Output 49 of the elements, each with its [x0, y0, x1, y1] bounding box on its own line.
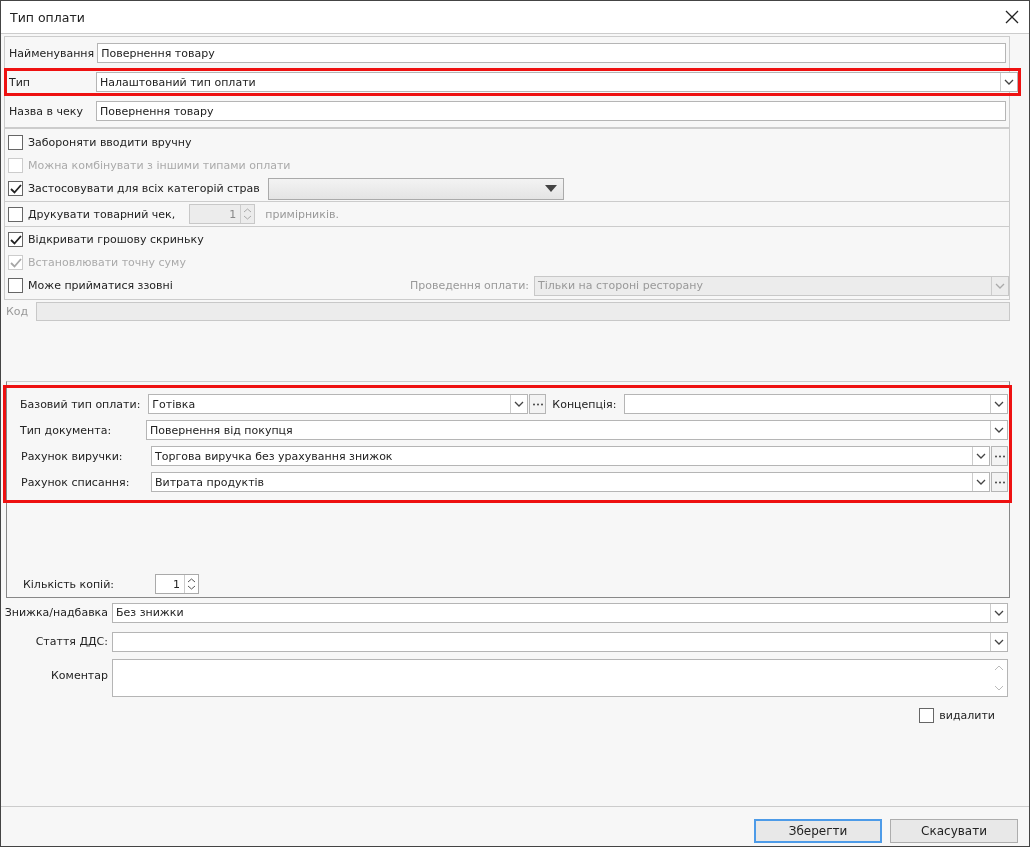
checkbox-label: Може прийматися ззовні	[28, 279, 173, 292]
comment-field[interactable]	[112, 659, 1008, 697]
checkbox-label: Відкривати грошову скриньку	[28, 233, 204, 246]
copies-suffix: примірників.	[265, 207, 339, 221]
ellipsis-icon	[531, 402, 544, 406]
window-title: Тип оплати	[10, 9, 85, 25]
checkbox[interactable]	[8, 135, 23, 150]
checkbox[interactable]	[8, 206, 23, 222]
base-type-dropdown[interactable]: Готівка	[148, 394, 529, 414]
payment-label: Проведення оплати:	[409, 279, 529, 292]
writeoff-account-dropdown[interactable]: Витрата продуктів	[151, 472, 990, 492]
checkbox[interactable]	[8, 278, 23, 293]
field-label: Рахунок списання:	[21, 475, 131, 489]
field-label: Коментар	[50, 668, 108, 682]
field-label: Найменування	[8, 46, 96, 60]
type-dropdown[interactable]: Налаштований тип оплати	[96, 72, 1018, 92]
cancel-button[interactable]: Скасувати	[890, 819, 1018, 843]
text-field[interactable]: Повернення товару	[96, 101, 1006, 121]
scrollbar-arrows-icon	[993, 663, 1005, 693]
field-label: Базовий тип оплати:	[20, 397, 141, 411]
close-icon[interactable]	[1003, 8, 1021, 26]
checkbox-label: видалити	[939, 709, 995, 722]
field-label: Назва в чеку	[8, 104, 84, 118]
caret-icon	[544, 185, 557, 192]
checkbox[interactable]	[8, 181, 23, 196]
ellipsis-icon	[993, 454, 1006, 458]
checkbox-label: Забороняти вводити вручну	[28, 136, 192, 149]
checkbox[interactable]	[919, 708, 935, 723]
save-button[interactable]: Зберегти	[754, 819, 882, 843]
field-label: Стаття ДДС:	[34, 635, 108, 648]
document-type-dropdown[interactable]: Повернення від покупця	[146, 420, 1008, 440]
revenue-account-dropdown[interactable]: Торгова виручка без урахування знижок	[151, 446, 990, 466]
checkbox-label: Друкувати товарний чек,	[28, 207, 176, 221]
checkbox-label: Можна комбінувати з іншими типами оплати	[28, 159, 291, 172]
code-field[interactable]	[36, 302, 1010, 321]
field-label: Тип	[8, 75, 32, 89]
field-label: Знижка/надбавка	[4, 606, 108, 619]
checkbox-label: Встановлювати точну суму	[28, 256, 186, 269]
field-label: Кількість копій:	[23, 577, 115, 591]
checkbox-label: Застосовувати для всіх категорій страв	[28, 182, 260, 195]
checkbox[interactable]	[8, 232, 23, 247]
field-label: Рахунок виручки:	[21, 449, 124, 463]
code-label: Код	[5, 305, 30, 318]
copies-spinner[interactable]: 1	[155, 574, 199, 594]
field-label: Тип документа:	[20, 423, 113, 437]
text-field[interactable]: Повернення товару	[97, 43, 1006, 63]
discount-dropdown[interactable]: Без знижки	[112, 602, 1008, 623]
ellipsis-icon	[993, 480, 1006, 484]
field-label: Концепція:	[552, 397, 617, 411]
